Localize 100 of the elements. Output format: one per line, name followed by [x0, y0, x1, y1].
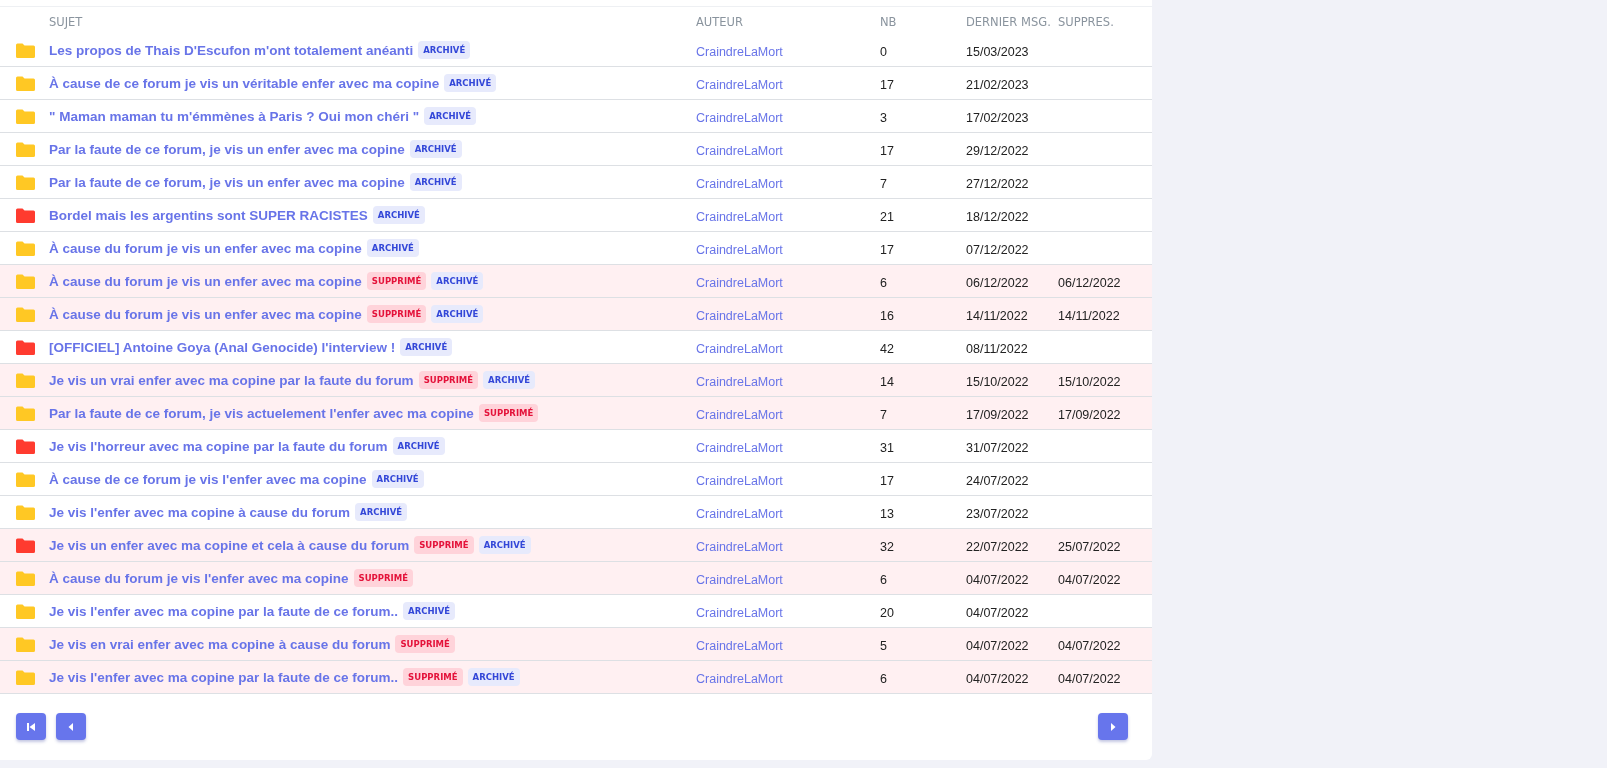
author-link[interactable]: CraindreLaMort	[696, 44, 783, 59]
status-tag: SUPPRIMÉ	[366, 305, 427, 323]
last-message-date: 04/07/2022	[966, 572, 1029, 587]
message-count: 32	[880, 539, 894, 554]
topic-link[interactable]: Je vis l'enfer avec ma copine à cause du forum	[49, 504, 351, 520]
status-tag: SUPPRIMÉ	[353, 569, 414, 587]
topic-link[interactable]: Je vis un vrai enfer avec ma copine par la faute du forum	[49, 372, 414, 388]
author-link[interactable]: CraindreLaMort	[696, 209, 783, 224]
topic-link[interactable]: Bordel mais les argentins sont SUPER RACISTES	[49, 207, 368, 223]
next-page-button[interactable]	[1098, 713, 1128, 740]
status-tag: ARCHIVÉ	[424, 107, 477, 125]
message-count: 17	[880, 242, 894, 257]
status-tag: ARCHIVÉ	[478, 536, 531, 554]
topic-link[interactable]: Par la faute de ce forum, je vis actuelement l'enfer avec ma copine	[49, 405, 474, 421]
message-count: 0	[880, 44, 887, 59]
status-tag: ARCHIVÉ	[366, 239, 419, 257]
last-message-date: 31/07/2022	[966, 440, 1029, 455]
previous-page-button[interactable]	[56, 713, 86, 740]
deletion-date: 04/07/2022	[1058, 671, 1121, 686]
author-link[interactable]: CraindreLaMort	[696, 605, 783, 620]
topic-link[interactable]: À cause de ce forum je vis un véritable enfer avec ma copine	[49, 75, 440, 91]
column-header: NB	[880, 13, 898, 29]
status-tag: ARCHIVÉ	[392, 437, 445, 455]
author-link[interactable]: CraindreLaMort	[696, 671, 783, 686]
author-link[interactable]: CraindreLaMort	[696, 539, 783, 554]
column-header: SUPPRES.	[1058, 13, 1115, 29]
message-count: 5	[880, 638, 887, 653]
topic-link[interactable]: Par la faute de ce forum, je vis un enfer avec ma copine	[49, 141, 405, 157]
first-page-button[interactable]	[16, 713, 46, 740]
status-tag: SUPPRIMÉ	[366, 272, 427, 290]
last-message-date: 24/07/2022	[966, 473, 1029, 488]
last-message-date: 04/07/2022	[966, 638, 1029, 653]
deletion-date: 25/07/2022	[1058, 539, 1121, 554]
author-link[interactable]: CraindreLaMort	[696, 440, 783, 455]
deletion-date: 14/11/2022	[1058, 308, 1120, 323]
message-count: 7	[880, 176, 887, 191]
last-message-date: 27/12/2022	[966, 176, 1029, 191]
status-tag: ARCHIVÉ	[409, 140, 462, 158]
author-link[interactable]: CraindreLaMort	[696, 77, 783, 92]
author-link[interactable]: CraindreLaMort	[696, 473, 783, 488]
topic-link[interactable]: [OFFICIEL] Antoine Goya (Anal Genocide) l'interview !	[49, 339, 396, 355]
deletion-date: 06/12/2022	[1058, 275, 1121, 290]
status-tag: SUPPRIMÉ	[414, 536, 474, 554]
message-count: 16	[880, 308, 894, 323]
status-tag: ARCHIVÉ	[403, 602, 456, 620]
topic-link[interactable]: Je vis en vrai enfer avec ma copine à cause du forum	[49, 636, 391, 652]
topic-link[interactable]: À cause du forum je vis l'enfer avec ma copine	[49, 570, 349, 586]
deletion-date: 15/10/2022	[1058, 374, 1121, 389]
author-link[interactable]: CraindreLaMort	[696, 143, 783, 158]
status-tag: ARCHIVÉ	[431, 305, 484, 323]
author-link[interactable]: CraindreLaMort	[696, 176, 783, 191]
author-link[interactable]: CraindreLaMort	[696, 506, 783, 521]
topic-link[interactable]: À cause de ce forum je vis l'enfer avec ma copine	[49, 471, 367, 487]
skip-back-icon	[26, 721, 36, 732]
author-link[interactable]: CraindreLaMort	[696, 110, 783, 125]
status-tag: ARCHIVÉ	[409, 173, 462, 191]
author-link[interactable]: CraindreLaMort	[696, 374, 783, 389]
triangle-right-icon	[1108, 721, 1118, 732]
author-link[interactable]: CraindreLaMort	[696, 341, 783, 356]
message-count: 7	[880, 407, 887, 422]
last-message-date: 17/09/2022	[966, 407, 1029, 422]
status-tag: SUPPRIMÉ	[478, 404, 539, 422]
status-tag: ARCHIVÉ	[431, 272, 484, 290]
status-tag: SUPPRIMÉ	[418, 371, 479, 389]
last-message-date: 04/07/2022	[966, 671, 1029, 686]
message-count: 17	[880, 473, 894, 488]
topic-link[interactable]: Je vis l'horreur avec ma copine par la faute du forum	[49, 438, 388, 454]
topic-link[interactable]: À cause du forum je vis un enfer avec ma copine	[49, 273, 362, 289]
topic-link[interactable]: Par la faute de ce forum, je vis un enfer avec ma copine	[49, 174, 405, 190]
topic-link[interactable]: À cause du forum je vis un enfer avec ma copine	[49, 306, 362, 322]
author-link[interactable]: CraindreLaMort	[696, 275, 783, 290]
topic-link[interactable]: À cause du forum je vis un enfer avec ma copine	[49, 240, 362, 256]
topic-link[interactable]: Je vis l'enfer avec ma copine par la faute de ce forum..	[49, 603, 399, 619]
topic-link[interactable]: " Maman maman tu m'émmènes à Paris ? Oui mon chéri "	[49, 108, 420, 124]
author-link[interactable]: CraindreLaMort	[696, 638, 783, 653]
last-message-date: 14/11/2022	[966, 308, 1028, 323]
last-message-date: 06/12/2022	[966, 275, 1029, 290]
author-link[interactable]: CraindreLaMort	[696, 572, 783, 587]
last-message-date: 17/02/2023	[966, 110, 1029, 125]
deletion-date: 17/09/2022	[1058, 407, 1121, 422]
topic-link[interactable]: Les propos de Thais D'Escufon m'ont totalement anéanti	[49, 42, 414, 58]
author-link[interactable]: CraindreLaMort	[696, 242, 783, 257]
status-tag: ARCHIVÉ	[355, 503, 408, 521]
status-tag: SUPPRIMÉ	[403, 668, 463, 686]
author-link[interactable]: CraindreLaMort	[696, 407, 783, 422]
deletion-date: 04/07/2022	[1058, 638, 1121, 653]
status-tag: ARCHIVÉ	[400, 338, 453, 356]
status-tag: ARCHIVÉ	[418, 41, 471, 59]
last-message-date: 07/12/2022	[966, 242, 1029, 257]
status-tag: SUPPRIMÉ	[395, 635, 455, 653]
message-count: 13	[880, 506, 894, 521]
topic-link[interactable]: Je vis un enfer avec ma copine et cela à cause du forum	[49, 537, 410, 553]
message-count: 42	[880, 341, 894, 356]
message-count: 14	[880, 374, 894, 389]
topic-link[interactable]: Je vis l'enfer avec ma copine par la faute de ce forum..	[49, 669, 399, 685]
last-message-date: 22/07/2022	[966, 539, 1029, 554]
author-link[interactable]: CraindreLaMort	[696, 308, 783, 323]
message-count: 6	[880, 572, 887, 587]
message-count: 6	[880, 671, 887, 686]
last-message-date: 29/12/2022	[966, 143, 1029, 158]
